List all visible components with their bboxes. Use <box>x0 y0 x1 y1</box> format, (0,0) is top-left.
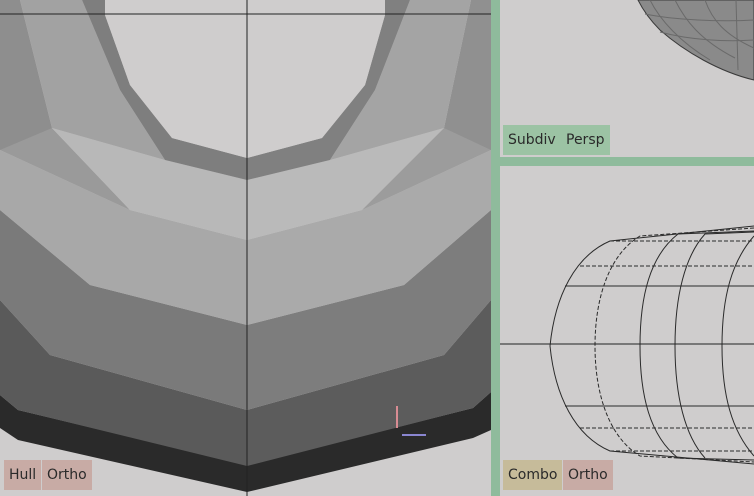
hull-label[interactable]: Hull <box>4 460 42 490</box>
combo-wireframe-canvas <box>500 225 754 465</box>
viewport-separator-horizontal[interactable] <box>491 157 754 166</box>
top-right-viewport[interactable]: Subdiv Persp <box>500 0 754 157</box>
ortho-label[interactable]: Ortho <box>563 460 613 490</box>
subdiv-label[interactable]: Subdiv <box>503 125 561 155</box>
viewport-separator-vertical[interactable] <box>491 0 500 496</box>
ortho-label[interactable]: Ortho <box>42 460 92 490</box>
bottom-right-viewport[interactable]: Combo Ortho <box>500 166 754 496</box>
main-viewport[interactable]: Hull Ortho <box>0 0 491 496</box>
hull-mesh-canvas <box>0 0 491 496</box>
persp-label[interactable]: Persp <box>561 125 610 155</box>
combo-label[interactable]: Combo <box>503 460 563 490</box>
